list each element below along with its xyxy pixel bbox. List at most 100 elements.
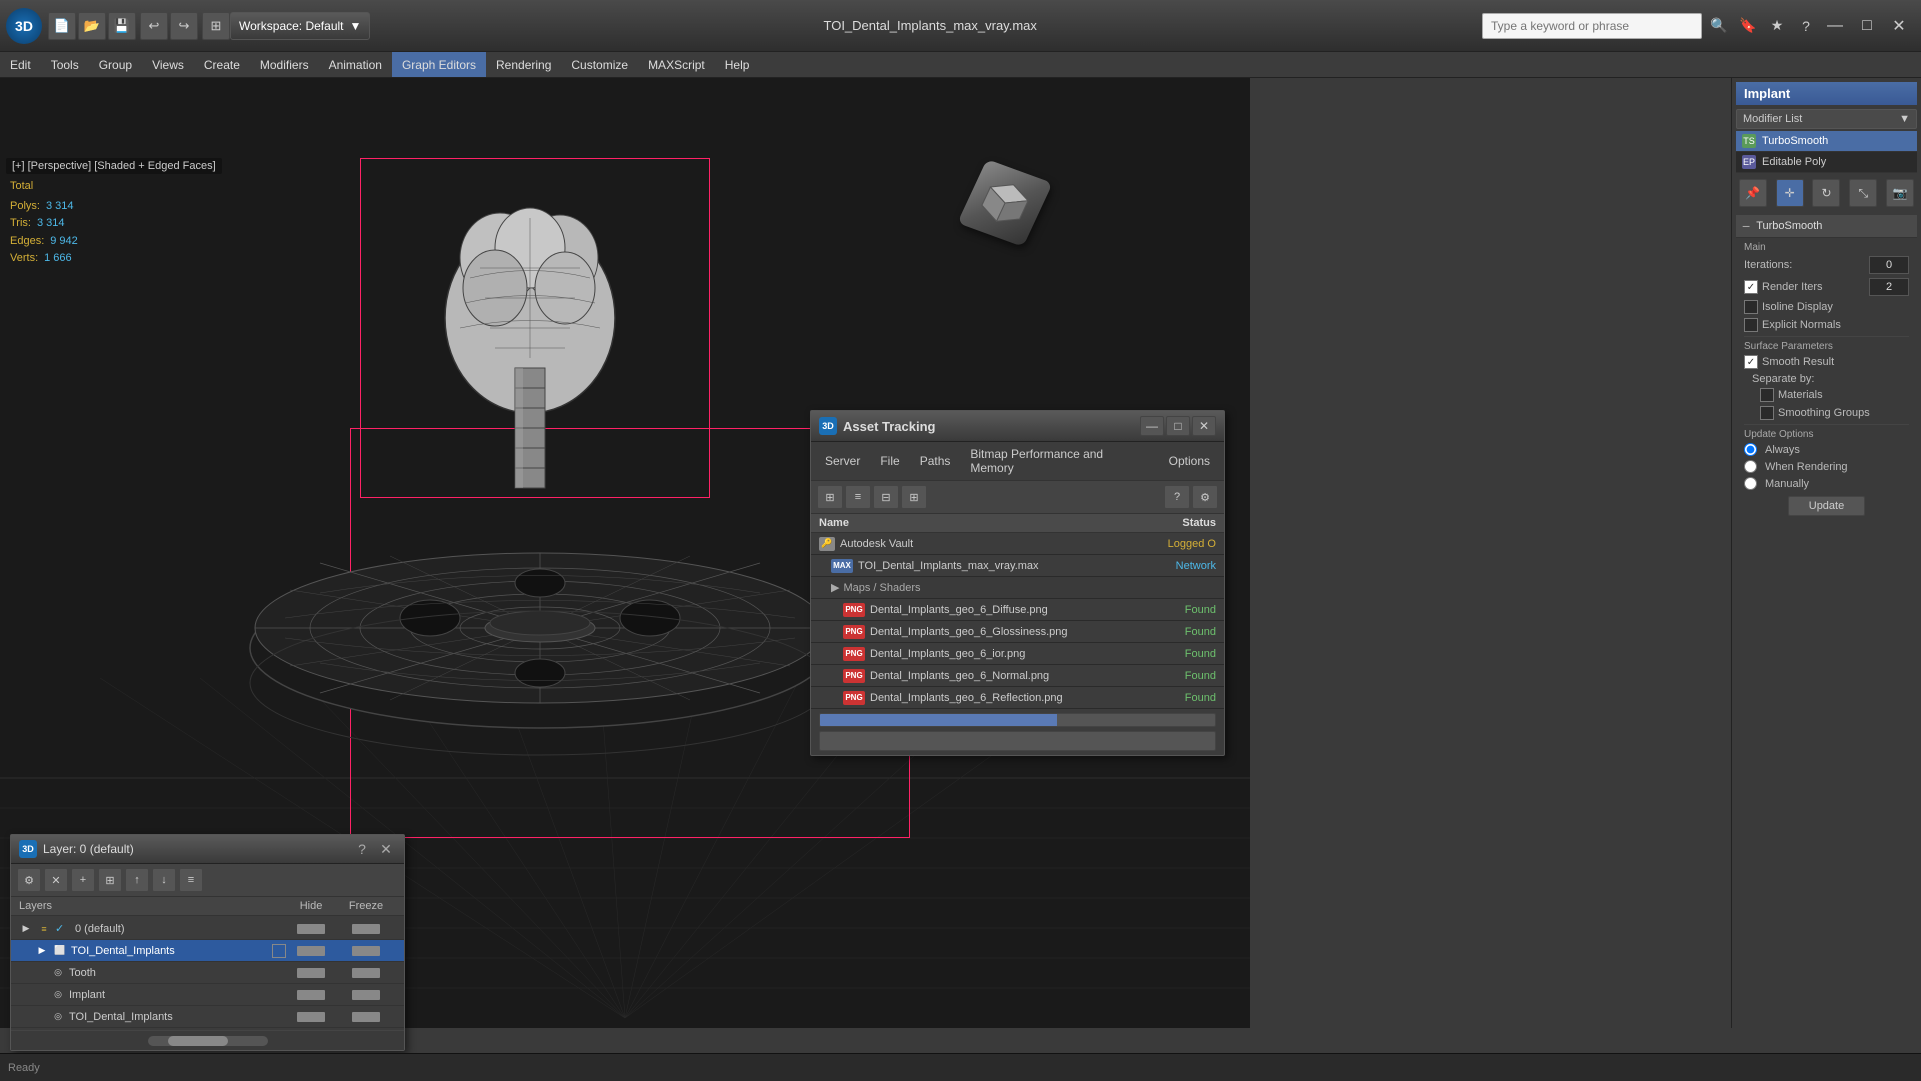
menu-graph-editors[interactable]: Graph Editors bbox=[392, 52, 486, 77]
menu-rendering[interactable]: Rendering bbox=[486, 52, 561, 77]
pin-btn[interactable]: 📌 bbox=[1739, 179, 1767, 207]
open-button[interactable]: 📂 bbox=[78, 12, 106, 40]
search-button[interactable]: 🔍 bbox=[1706, 13, 1732, 39]
menu-modifiers[interactable]: Modifiers bbox=[250, 52, 319, 77]
layer-list: ▶ ≡ ✓ 0 (default) ▶ ⬜ TOI_Dental_Implant… bbox=[11, 916, 404, 1030]
modifier-list-dropdown[interactable]: Modifier List ▼ bbox=[1736, 109, 1917, 129]
ts-when-rendering-radio[interactable] bbox=[1744, 460, 1757, 473]
asset-row-ior[interactable]: PNG Dental_Implants_geo_6_ior.png Found bbox=[811, 643, 1224, 665]
menu-maxscript[interactable]: MAXScript bbox=[638, 52, 715, 77]
ts-always-radio[interactable] bbox=[1744, 443, 1757, 456]
new-button[interactable]: 📄 bbox=[48, 12, 76, 40]
asset-tool-help[interactable]: ? bbox=[1164, 485, 1190, 509]
save-button[interactable]: 💾 bbox=[108, 12, 136, 40]
asset-row-diffuse[interactable]: PNG Dental_Implants_geo_6_Diffuse.png Fo… bbox=[811, 599, 1224, 621]
layer-tool-select-all[interactable]: ≡ bbox=[179, 868, 203, 892]
ts-render-iters-checkbox[interactable]: ✓ bbox=[1744, 280, 1758, 294]
layer-tool-settings[interactable]: ⚙ bbox=[17, 868, 41, 892]
asset-normal-status: Found bbox=[1126, 670, 1216, 682]
layer-tool-add[interactable]: + bbox=[71, 868, 95, 892]
col-freeze-label: Freeze bbox=[336, 900, 396, 912]
asset-row-reflection[interactable]: PNG Dental_Implants_geo_6_Reflection.png… bbox=[811, 687, 1224, 709]
minimize-button[interactable]: — bbox=[1819, 13, 1851, 39]
menu-help[interactable]: Help bbox=[715, 52, 760, 77]
asset-menu-file[interactable]: File bbox=[870, 451, 909, 471]
asset-tool-config[interactable]: ⚙ bbox=[1192, 485, 1218, 509]
ts-divider-1 bbox=[1744, 336, 1909, 337]
ts-isoline-checkbox[interactable] bbox=[1744, 300, 1758, 314]
menu-views[interactable]: Views bbox=[142, 52, 194, 77]
move-btn[interactable]: ✛ bbox=[1776, 179, 1804, 207]
asset-minimize-button[interactable]: — bbox=[1140, 416, 1164, 436]
bookmark-button[interactable]: 🔖 bbox=[1735, 13, 1761, 39]
asset-tool-3[interactable]: ⊟ bbox=[873, 485, 899, 509]
modifier-header: Implant bbox=[1736, 82, 1917, 105]
ts-iterations-value[interactable]: 0 bbox=[1869, 256, 1909, 274]
ts-smooth-result-checkbox[interactable]: ✓ bbox=[1744, 355, 1758, 369]
modifier-editable-poly[interactable]: EP Editable Poly bbox=[1736, 152, 1917, 173]
layer-scroll-thumb[interactable] bbox=[168, 1036, 228, 1046]
normal-png-icon: PNG bbox=[843, 669, 865, 683]
layer-default-freeze bbox=[336, 924, 396, 934]
ts-update-button[interactable]: Update bbox=[1788, 496, 1865, 516]
asset-tool-2[interactable]: ≡ bbox=[845, 485, 871, 509]
asset-menu-paths[interactable]: Paths bbox=[910, 451, 961, 471]
asset-menu-options[interactable]: Options bbox=[1159, 451, 1220, 471]
layer-default-check: ✓ bbox=[55, 922, 71, 935]
layer-row-toi[interactable]: ▶ ⬜ TOI_Dental_Implants bbox=[11, 940, 404, 962]
layer-row-default[interactable]: ▶ ≡ ✓ 0 (default) bbox=[11, 918, 404, 940]
menu-create[interactable]: Create bbox=[194, 52, 250, 77]
layer-panel-close-button[interactable]: ✕ bbox=[376, 839, 396, 859]
workspace-selector[interactable]: Workspace: Default ▼ bbox=[230, 12, 370, 40]
search-input[interactable] bbox=[1482, 13, 1702, 39]
asset-row-maps[interactable]: ▶ Maps / Shaders bbox=[811, 577, 1224, 599]
maximize-button[interactable]: □ bbox=[1851, 13, 1883, 39]
glossiness-png-icon: PNG bbox=[843, 625, 865, 639]
viewport-cube[interactable] bbox=[970, 168, 1050, 248]
layer-row-toi-sub[interactable]: ◎ TOI_Dental_Implants bbox=[11, 1006, 404, 1028]
rotate-btn[interactable]: ↻ bbox=[1812, 179, 1840, 207]
turbosmooth-header[interactable]: − TurboSmooth bbox=[1736, 215, 1917, 238]
menu-customize[interactable]: Customize bbox=[561, 52, 638, 77]
layer-tool-select-objects[interactable]: ↓ bbox=[152, 868, 176, 892]
scene-explorer-button[interactable]: ⊞ bbox=[202, 12, 230, 40]
ts-smoothing-groups-checkbox[interactable] bbox=[1760, 406, 1774, 420]
menu-edit[interactable]: Edit bbox=[0, 52, 41, 77]
ts-render-iters-value[interactable]: 2 bbox=[1869, 278, 1909, 296]
ts-explicit-label: Explicit Normals bbox=[1762, 319, 1909, 331]
redo-button[interactable]: ↪ bbox=[170, 12, 198, 40]
scale-btn[interactable]: ⤡ bbox=[1849, 179, 1877, 207]
layer-row-tooth[interactable]: ◎ Tooth bbox=[11, 962, 404, 984]
asset-menu-server[interactable]: Server bbox=[815, 451, 870, 471]
asset-tool-1[interactable]: ⊞ bbox=[817, 485, 843, 509]
layer-tool-move-to-layer[interactable]: ⊞ bbox=[98, 868, 122, 892]
camera-btn[interactable]: 📷 bbox=[1886, 179, 1914, 207]
layer-implant-icon: ◎ bbox=[51, 988, 65, 1002]
asset-maximize-button[interactable]: □ bbox=[1166, 416, 1190, 436]
asset-progress-fill bbox=[820, 714, 1057, 726]
asset-close-button[interactable]: ✕ bbox=[1192, 416, 1216, 436]
ts-manually-radio[interactable] bbox=[1744, 477, 1757, 490]
menu-group[interactable]: Group bbox=[89, 52, 142, 77]
layer-tool-select-layer[interactable]: ↑ bbox=[125, 868, 149, 892]
layer-row-implant[interactable]: ◎ Implant bbox=[11, 984, 404, 1006]
asset-tracking-panel: 3D Asset Tracking — □ ✕ Server File Path… bbox=[810, 410, 1225, 756]
modifier-turbosmooth[interactable]: TS TurboSmooth bbox=[1736, 131, 1917, 152]
help-button[interactable]: ? bbox=[1793, 13, 1819, 39]
layer-scrollbar[interactable] bbox=[148, 1036, 268, 1046]
asset-tool-4[interactable]: ⊞ bbox=[901, 485, 927, 509]
asset-row-vault[interactable]: 🔑 Autodesk Vault Logged O bbox=[811, 533, 1224, 555]
menu-tools[interactable]: Tools bbox=[41, 52, 89, 77]
ts-materials-checkbox[interactable] bbox=[1760, 388, 1774, 402]
layer-tool-delete[interactable]: ✕ bbox=[44, 868, 68, 892]
star-button[interactable]: ★ bbox=[1764, 13, 1790, 39]
menu-animation[interactable]: Animation bbox=[319, 52, 392, 77]
layer-panel-help-button[interactable]: ? bbox=[352, 839, 372, 859]
undo-button[interactable]: ↩ bbox=[140, 12, 168, 40]
asset-row-max-file[interactable]: MAX TOI_Dental_Implants_max_vray.max Net… bbox=[811, 555, 1224, 577]
close-button[interactable]: ✕ bbox=[1883, 13, 1915, 39]
asset-menu-bitmap[interactable]: Bitmap Performance and Memory bbox=[960, 444, 1158, 478]
asset-row-glossiness[interactable]: PNG Dental_Implants_geo_6_Glossiness.png… bbox=[811, 621, 1224, 643]
ts-explicit-checkbox[interactable] bbox=[1744, 318, 1758, 332]
asset-row-normal[interactable]: PNG Dental_Implants_geo_6_Normal.png Fou… bbox=[811, 665, 1224, 687]
